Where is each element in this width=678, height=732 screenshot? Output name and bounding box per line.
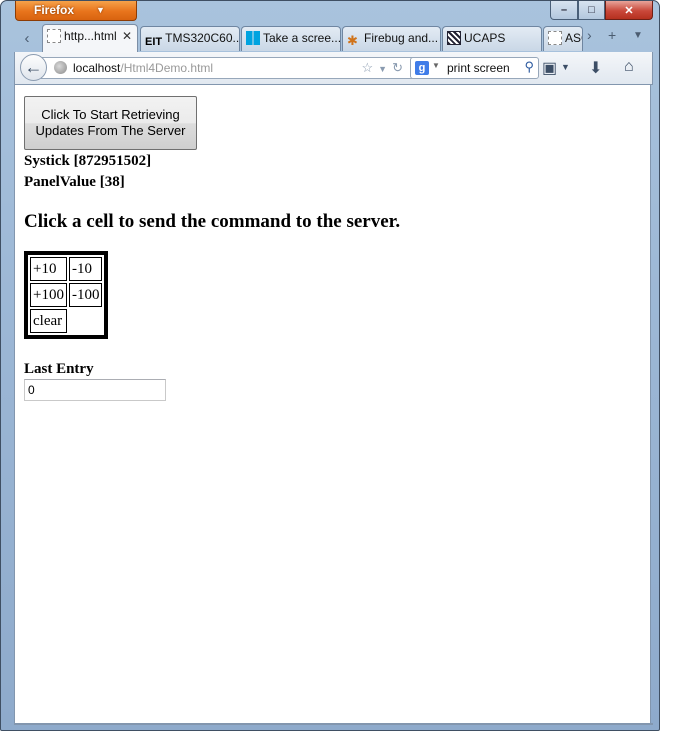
- clear-cell[interactable]: clear: [30, 309, 67, 333]
- tab-firebug[interactable]: ✱ Firebug and...: [342, 26, 441, 51]
- minimize-icon: –: [560, 4, 568, 16]
- url-bar-buttons: ☆▼↻: [362, 58, 408, 79]
- tab-ucaps[interactable]: UCAPS: [442, 26, 542, 51]
- tab-label: TMS320C60...: [165, 31, 240, 45]
- firebug-icon: ✱: [347, 33, 358, 48]
- minus-100-cell[interactable]: -100: [68, 283, 103, 307]
- tab-asc[interactable]: ASC: [543, 26, 583, 51]
- new-tab-icon[interactable]: +: [608, 27, 616, 43]
- downloads-icon[interactable]: ⬇: [589, 58, 602, 78]
- tab-label: ASC: [565, 31, 582, 45]
- reload-icon[interactable]: ↻: [392, 60, 408, 75]
- table-row: +10 -10: [30, 257, 103, 281]
- plus-100-cell[interactable]: +100: [30, 283, 67, 307]
- plus-10-cell[interactable]: +10: [30, 257, 67, 281]
- tab-label: Firebug and...: [364, 31, 439, 45]
- last-entry-field[interactable]: [24, 379, 166, 401]
- bookmarks-dropdown-icon[interactable]: ▼: [561, 62, 570, 72]
- dropdown-arrow-icon: ▼: [96, 5, 105, 15]
- window-controls: – □ ✕: [550, 1, 653, 21]
- url-path: /Html4Demo.html: [120, 61, 214, 75]
- maximize-button[interactable]: □: [578, 1, 605, 20]
- table-row: clear: [30, 309, 102, 333]
- firefox-menu-button[interactable]: Firefox ▼: [15, 1, 137, 21]
- tab-take-a-screenshot[interactable]: Take a scree...: [241, 26, 341, 51]
- windows-icon: [246, 31, 260, 45]
- tab-html4demo[interactable]: http...html ✕: [42, 24, 138, 52]
- tab-label: Take a scree...: [263, 31, 341, 45]
- home-icon[interactable]: ⌂: [624, 58, 634, 76]
- page-content: Click To Start Retrieving Updates From T…: [14, 85, 651, 723]
- navigation-toolbar: localhost/Html4Demo.html ☆▼↻ ← g ▼ ⚲ ▣ ▼…: [14, 52, 653, 85]
- blank-page-icon: [47, 29, 61, 43]
- history-dropdown-icon[interactable]: ▼: [378, 64, 392, 74]
- search-bar[interactable]: g ▼ ⚲: [410, 57, 539, 79]
- eit-icon: EIT: [145, 36, 163, 48]
- start-updates-button[interactable]: Click To Start Retrieving Updates From T…: [24, 96, 197, 150]
- empty-cell: [69, 309, 103, 333]
- blank-page-icon: [548, 31, 562, 45]
- google-icon[interactable]: g: [415, 61, 429, 75]
- list-all-tabs-icon[interactable]: ▼: [633, 30, 643, 41]
- back-arrow-icon: ←: [24, 57, 43, 77]
- ucaps-icon: [447, 31, 461, 45]
- close-icon: ✕: [624, 4, 634, 17]
- url-bar[interactable]: localhost/Html4Demo.html ☆▼↻: [41, 57, 415, 79]
- page-heading: Click a cell to send the command to the …: [24, 211, 401, 232]
- minimize-button[interactable]: –: [550, 1, 578, 20]
- back-button[interactable]: ←: [20, 54, 47, 81]
- scroll-tabs-right-icon[interactable]: ›: [587, 27, 592, 43]
- bookmarks-menu-icon[interactable]: ▣: [542, 58, 557, 78]
- window-bottom-border: [14, 723, 653, 725]
- minus-10-cell[interactable]: -10: [68, 257, 103, 281]
- maximize-icon: □: [588, 4, 595, 16]
- tab-label: UCAPS: [464, 31, 506, 45]
- table-row: +100 -100: [30, 283, 103, 307]
- search-engine-dropdown-icon[interactable]: ▼: [432, 61, 440, 70]
- search-icon[interactable]: ⚲: [524, 59, 534, 75]
- scroll-tabs-left-button[interactable]: ‹: [16, 28, 38, 50]
- command-table: +10 -10 +100 -100 clear: [24, 251, 109, 339]
- url-text[interactable]: localhost/Html4Demo.html: [73, 58, 213, 78]
- panel-value-label: PanelValue [38]: [24, 174, 125, 190]
- systick-label: Systick [872951502]: [24, 153, 152, 169]
- url-host: localhost: [73, 61, 121, 75]
- site-identity-icon[interactable]: [54, 61, 67, 74]
- bookmark-star-icon[interactable]: ☆: [362, 60, 379, 75]
- search-input[interactable]: [447, 58, 517, 78]
- close-tab-icon[interactable]: ✕: [122, 25, 132, 48]
- tab-tms320c60[interactable]: EIT TMS320C60...: [140, 26, 240, 51]
- tab-label: http...html: [64, 29, 117, 43]
- tab-strip: ‹ http...html ✕ EIT TMS320C60... Take a s…: [14, 24, 654, 52]
- close-window-button[interactable]: ✕: [605, 1, 653, 20]
- firefox-menu-label: Firefox: [34, 3, 75, 17]
- last-entry-label: Last Entry: [24, 361, 94, 377]
